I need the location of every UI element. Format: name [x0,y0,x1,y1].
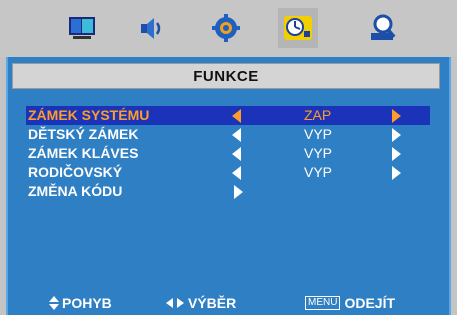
menu-row-value: VYP [304,164,333,180]
up-down-arrows-icon [49,296,59,310]
tab-function[interactable] [278,8,318,48]
menu-row-value: ZAP [304,107,332,123]
hint-exit-label: ODEJÍT [344,295,396,311]
hint-select: VÝBĚR [165,295,236,311]
gear-icon [212,14,240,42]
tab-sound[interactable] [132,8,172,48]
arrow-right-icon[interactable] [392,166,401,180]
menu-row-label: RODIČOVSKÝ [28,164,123,180]
tab-picture[interactable] [62,8,102,48]
menu-row-change-code[interactable]: ZMĚNA KÓDU [26,182,430,201]
speaker-icon [141,18,161,39]
arrow-right-icon[interactable] [392,128,401,142]
menu-row-key-lock[interactable]: ZÁMEK KLÁVES VYP [26,144,430,163]
menu-row-parental[interactable]: RODIČOVSKÝ VYP [26,163,430,182]
hint-select-label: VÝBĚR [188,295,237,311]
menu-row-system-lock[interactable]: ZÁMEK SYSTÉMU ZAP [26,106,430,125]
clock-icon [284,16,312,40]
magnifier-icon [371,14,396,40]
arrow-right-icon[interactable] [234,185,243,199]
monitor-icon [69,17,95,39]
arrow-left-icon[interactable] [232,147,241,161]
hint-move: POHYB [48,295,112,311]
arrow-left-icon[interactable] [232,166,241,180]
menu-row-label: ZMĚNA KÓDU [28,183,123,199]
menu-row-value: VYP [304,145,333,161]
top-tab-bar [0,0,457,57]
hint-exit: MENU ODEJÍT [305,295,395,311]
left-right-arrows-icon [166,298,184,308]
tab-setup[interactable] [206,8,246,48]
menu-key-badge: MENU [305,296,341,310]
footer-hints: POHYB VÝBĚR MENU ODEJÍT [0,292,457,315]
tab-search[interactable] [363,8,403,48]
menu-title: FUNKCE [193,67,259,85]
hint-move-label: POHYB [62,295,112,311]
menu-row-label: DĚTSKÝ ZÁMEK [28,126,139,142]
menu-title-bar: FUNKCE [12,63,440,89]
menu-row-value: VYP [304,126,333,142]
arrow-right-icon[interactable] [392,109,401,123]
arrow-left-icon[interactable] [232,128,241,142]
arrow-right-icon[interactable] [392,147,401,161]
menu-row-label: ZÁMEK KLÁVES [28,145,139,161]
arrow-left-icon[interactable] [232,109,241,123]
menu-row-child-lock[interactable]: DĚTSKÝ ZÁMEK VYP [26,125,430,144]
menu-row-label: ZÁMEK SYSTÉMU [28,107,150,123]
